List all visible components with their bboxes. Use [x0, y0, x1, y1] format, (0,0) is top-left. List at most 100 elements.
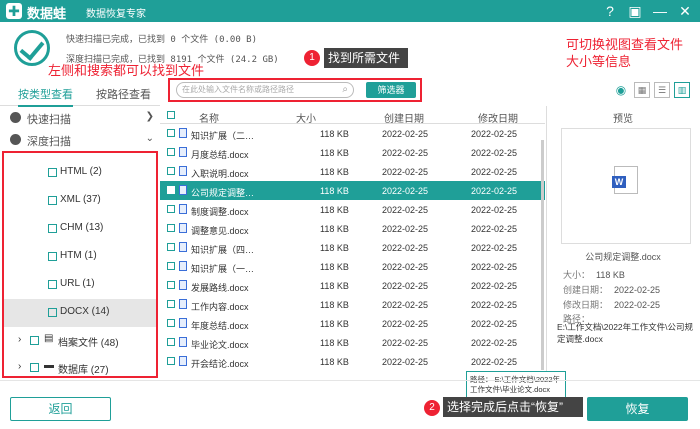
table-row[interactable]: 入职说明.docx 118 KB 2022-02-25 2022-02-25 — [160, 162, 545, 181]
quick-scan-status: 快速扫描已完成，已找到 0 个文件 (0.00 B) — [66, 35, 258, 45]
folder-database[interactable]: › ▬ 数据库 (27) — [4, 354, 156, 382]
cell-name: 工作内容.docx — [191, 302, 249, 312]
tab-by-path[interactable]: 按路径查看 — [96, 86, 151, 102]
cell-created: 2022-02-25 — [382, 338, 429, 348]
checkbox[interactable] — [48, 280, 57, 289]
grid-view-icon[interactable]: ▦ — [634, 82, 650, 98]
checkbox[interactable] — [167, 357, 175, 365]
filetype-item[interactable]: XML (37) — [4, 187, 156, 215]
checkbox[interactable] — [167, 224, 175, 232]
cell-size: 118 KB — [320, 148, 349, 158]
detail-view-icon[interactable]: ▥ — [674, 82, 690, 98]
docx-file-icon — [179, 242, 187, 252]
sidebar-item-deep[interactable]: 深度扫描 ⌄ — [0, 129, 160, 151]
filetype-item[interactable]: URL (1) — [4, 271, 156, 299]
checkbox[interactable] — [30, 336, 39, 345]
filetype-item-docx[interactable]: DOCX (14) — [4, 299, 156, 327]
docx-file-icon — [179, 166, 187, 176]
table-row[interactable]: 知识扩展（二… 118 KB 2022-02-25 2022-02-25 — [160, 124, 545, 143]
table-row[interactable]: 工作内容.docx 118 KB 2022-02-25 2022-02-25 — [160, 295, 545, 314]
search-input[interactable]: 在此处输入文件名称或路径路径 ⌕ — [176, 82, 354, 98]
scrollbar[interactable] — [541, 140, 544, 370]
checkbox[interactable] — [48, 196, 57, 205]
folder-archive[interactable]: › ▤ 档案文件 (48) — [4, 327, 156, 355]
cell-size: 118 KB — [320, 338, 349, 348]
cell-modified: 2022-02-25 — [471, 357, 518, 367]
col-name[interactable]: 名称 — [199, 110, 219, 125]
checkbox[interactable] — [167, 338, 175, 346]
table-row[interactable]: 毕业论文.docx 118 KB 2022-02-25 2022-02-25 — [160, 333, 545, 352]
filetype-item[interactable]: HTML (2) — [4, 159, 156, 187]
col-size[interactable]: 大小 — [296, 110, 316, 125]
preview-title: 预览 — [613, 114, 633, 125]
check-circle-icon — [14, 30, 50, 66]
chevron-right-icon[interactable]: › — [18, 334, 21, 345]
docx-file-icon — [179, 318, 187, 328]
cell-created: 2022-02-25 — [382, 186, 429, 196]
col-modified[interactable]: 修改日期 — [478, 110, 518, 125]
checkbox[interactable] — [167, 281, 175, 289]
table-row[interactable]: 公司规定调整… 118 KB 2022-02-25 2022-02-25 — [160, 181, 545, 200]
checkbox[interactable] — [167, 262, 175, 270]
close-icon[interactable]: ✕ — [676, 2, 694, 20]
table-row[interactable]: 开会结论.docx 118 KB 2022-02-25 2022-02-25 — [160, 352, 545, 371]
app-name: 数据蛙 — [27, 6, 67, 21]
checkbox[interactable] — [48, 224, 57, 233]
back-button[interactable]: 返回 — [10, 397, 111, 421]
cell-size: 118 KB — [320, 357, 349, 367]
checkbox[interactable] — [48, 252, 57, 261]
checkbox[interactable] — [167, 167, 175, 175]
table-row[interactable]: 制度调整.docx 118 KB 2022-02-25 2022-02-25 — [160, 200, 545, 219]
col-created[interactable]: 创建日期 — [384, 110, 424, 125]
cell-created: 2022-02-25 — [382, 205, 429, 215]
docx-file-icon — [179, 356, 187, 366]
filetype-list: HTML (2) XML (37) CHM (13) HTM (1) URL (… — [2, 151, 158, 378]
cell-name: 开会结论.docx — [191, 359, 249, 369]
table-row[interactable]: 月度总结.docx 118 KB 2022-02-25 2022-02-25 — [160, 143, 545, 162]
checkbox[interactable] — [167, 205, 175, 213]
checkbox[interactable] — [48, 168, 57, 177]
cell-created: 2022-02-25 — [382, 243, 429, 253]
cell-created: 2022-02-25 — [382, 148, 429, 158]
filter-button[interactable]: 筛选器 — [366, 82, 416, 98]
table-row[interactable]: 调整意见.docx 118 KB 2022-02-25 2022-02-25 — [160, 219, 545, 238]
checkbox[interactable] — [167, 129, 175, 137]
table-row[interactable]: 知识扩展（一… 118 KB 2022-02-25 2022-02-25 — [160, 257, 545, 276]
table-row[interactable]: 知识扩展（四… 118 KB 2022-02-25 2022-02-25 — [160, 238, 545, 257]
checkbox[interactable] — [167, 186, 175, 194]
checkbox[interactable] — [167, 300, 175, 308]
select-all-checkbox[interactable] — [167, 111, 175, 119]
checkbox[interactable] — [167, 319, 175, 327]
cell-modified: 2022-02-25 — [471, 243, 518, 253]
checkbox[interactable] — [167, 148, 175, 156]
table-row[interactable]: 发展路线.docx 118 KB 2022-02-25 2022-02-25 — [160, 276, 545, 295]
cell-modified: 2022-02-25 — [471, 148, 518, 158]
cell-modified: 2022-02-25 — [471, 262, 518, 272]
list-view-icon[interactable]: ☰ — [654, 82, 670, 98]
docx-file-icon — [179, 337, 187, 347]
help-icon[interactable]: ? — [601, 2, 619, 20]
preview-filename: 公司规定调整.docx — [585, 252, 661, 262]
table-row[interactable]: 年度总结.docx 118 KB 2022-02-25 2022-02-25 — [160, 314, 545, 333]
minimize-icon[interactable]: — — [651, 2, 669, 20]
cell-modified: 2022-02-25 — [471, 319, 518, 329]
cell-modified: 2022-02-25 — [471, 186, 518, 196]
footer: 返回 恢复 — [0, 380, 700, 429]
cell-created: 2022-02-25 — [382, 357, 429, 367]
checkbox[interactable] — [30, 363, 39, 372]
filetype-item[interactable]: CHM (13) — [4, 215, 156, 243]
chevron-right-icon[interactable]: › — [18, 361, 21, 372]
search-icon[interactable]: ⌕ — [342, 83, 348, 97]
save-icon[interactable]: ▣ — [626, 2, 644, 20]
filetype-item[interactable]: HTM (1) — [4, 243, 156, 271]
checkbox[interactable] — [167, 243, 175, 251]
tab-by-type[interactable]: 按类型查看 — [18, 86, 73, 107]
word-file-icon — [612, 166, 638, 194]
annotation-finish: 选择完成后点击“恢复” — [443, 397, 583, 417]
cell-name: 知识扩展（一… — [191, 264, 255, 274]
view-tabs: 按类型查看 按路径查看 — [0, 82, 160, 107]
sidebar-item-quick[interactable]: 快速扫描 ❯ — [0, 107, 160, 129]
restore-button[interactable]: 恢复 — [587, 397, 688, 421]
eye-icon[interactable]: ◉ — [612, 82, 630, 98]
checkbox[interactable] — [48, 308, 57, 317]
